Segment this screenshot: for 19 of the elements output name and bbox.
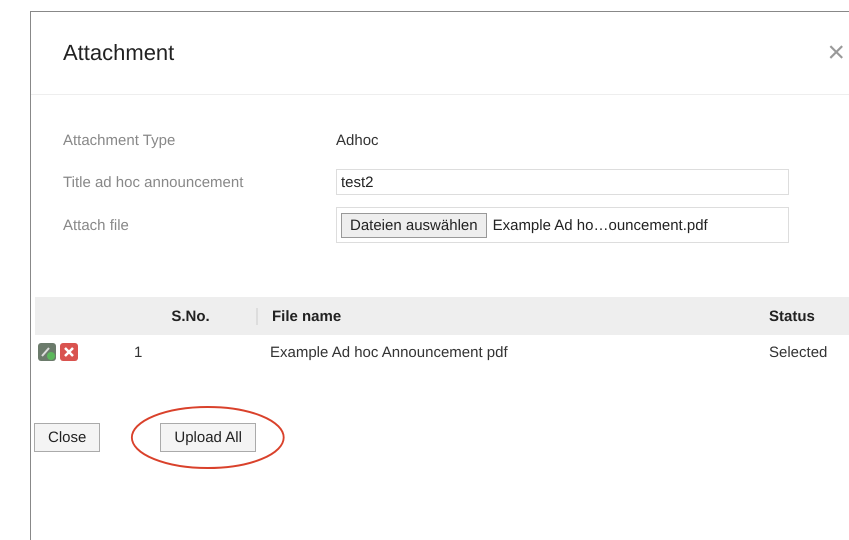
field-label: Attach file bbox=[63, 216, 130, 234]
dialog-title: Attachment bbox=[63, 40, 174, 66]
file-field[interactable]: Dateien auswählen Example Ad ho…ouncement.pdf bbox=[336, 207, 789, 243]
file-name: Example Ad ho…ouncement.pdf bbox=[492, 216, 708, 234]
upload-icon[interactable] bbox=[37, 342, 57, 362]
field-value: Adhoc bbox=[336, 132, 379, 148]
field-label: Attachment Type bbox=[63, 132, 176, 148]
column-header: S.No. bbox=[105, 308, 258, 324]
upload-button[interactable]: Upload All bbox=[160, 423, 256, 452]
column-header: File name bbox=[271, 308, 342, 324]
field-label: Title ad hoc announcement bbox=[63, 174, 244, 190]
table-cell-text: Selected bbox=[769, 344, 828, 360]
delete-icon[interactable] bbox=[59, 342, 79, 362]
choose-file-button[interactable]: Dateien auswählen bbox=[341, 212, 487, 238]
table-cell-text: 1 bbox=[133, 344, 144, 360]
table-cell-text: Example Ad hoc Announcement pdf bbox=[269, 344, 509, 360]
title-input[interactable]: test2 bbox=[336, 169, 789, 195]
column-header: Status bbox=[769, 308, 816, 324]
close-button[interactable]: Close bbox=[34, 423, 100, 452]
